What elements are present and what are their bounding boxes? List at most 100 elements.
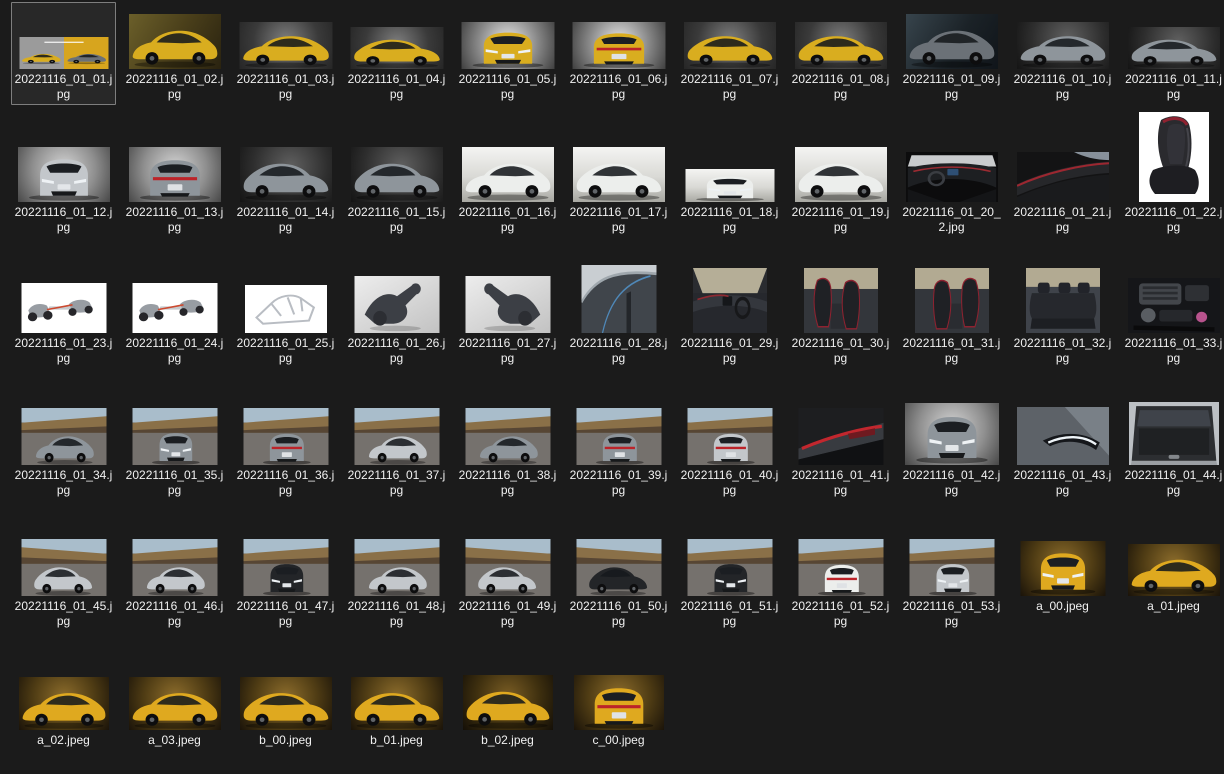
file-tile[interactable]: 20221116_01_30.jpg (788, 266, 893, 369)
file-tile[interactable]: 20221116_01_23.jpg (11, 266, 116, 369)
thumbnail-side-icon (350, 147, 443, 202)
file-name-label: a_00.jpeg (1036, 599, 1089, 613)
file-tile[interactable]: 20221116_01_29.jpg (677, 266, 782, 369)
file-tile[interactable]: a_02.jpeg (11, 663, 116, 751)
file-tile[interactable]: 20221116_01_10.jpg (1010, 2, 1115, 105)
file-tile[interactable]: 20221116_01_25.jpg (233, 266, 338, 369)
file-name-label: 20221116_01_18.jpg (680, 205, 779, 234)
file-tile[interactable]: 20221116_01_44.jpg (1121, 398, 1224, 501)
file-tile[interactable]: a_03.jpeg (122, 663, 227, 751)
file-tile[interactable]: 20221116_01_26.jpg (344, 266, 449, 369)
file-tile[interactable]: 20221116_01_11.jpg (1121, 2, 1224, 105)
file-tile[interactable]: 20221116_01_40.jpg (677, 398, 782, 501)
thumbnail-side-icon (350, 27, 443, 69)
file-tile[interactable]: 20221116_01_47.jpg (233, 529, 338, 632)
file-name-label: 20221116_01_21.jpg (1013, 205, 1112, 234)
thumbnail-side-icon (350, 677, 443, 730)
file-tile[interactable]: 20221116_01_08.jpg (788, 2, 893, 105)
file-name-label: 20221116_01_44.jpg (1124, 468, 1223, 497)
thumbnail-track-icon (132, 539, 217, 596)
file-tile[interactable]: 20221116_01_52.jpg (788, 529, 893, 632)
file-tile[interactable]: b_00.jpeg (233, 663, 338, 751)
file-tile[interactable]: 20221116_01_13.jpg (122, 135, 227, 238)
file-tile[interactable]: 20221116_01_09.jpg (899, 2, 1004, 105)
file-tile[interactable]: 20221116_01_17.jpg (566, 135, 671, 238)
thumbnail-side-icon (461, 147, 554, 202)
file-tile[interactable]: 20221116_01_12.jpg (11, 135, 116, 238)
file-tile[interactable]: b_02.jpeg (455, 663, 560, 751)
file-tile[interactable]: 20221116_01_49.jpg (455, 529, 560, 632)
thumbnail-side-icon (683, 22, 776, 69)
thumbnail-seatsF-icon (914, 268, 989, 333)
file-tile[interactable]: 20221116_01_16.jpg (455, 135, 560, 238)
file-tile[interactable]: 20221116_01_07.jpg (677, 2, 782, 105)
file-tile[interactable]: 20221116_01_38.jpg (455, 398, 560, 501)
thumbnail-side-icon (1016, 22, 1109, 69)
file-tile[interactable]: 20221116_01_28.jpg (566, 265, 671, 369)
file-tile[interactable]: b_01.jpeg (344, 663, 449, 751)
file-tile[interactable]: 20221116_01_22.jpg (1121, 112, 1224, 238)
file-name-label: a_03.jpeg (148, 733, 201, 747)
file-tile[interactable]: 20221116_01_06.jpg (566, 2, 671, 105)
file-name-label: 20221116_01_34.jpg (14, 468, 113, 497)
file-name-label: c_00.jpeg (592, 733, 645, 747)
file-tile[interactable]: a_00.jpeg (1010, 529, 1115, 617)
file-name-label: 20221116_01_23.jpg (14, 336, 113, 365)
file-name-label: 20221116_01_19.jpg (791, 205, 890, 234)
file-tile[interactable]: a_01.jpeg (1121, 529, 1224, 617)
thumbnail-track-icon (243, 408, 328, 465)
file-name-label: 20221116_01_12.jpg (14, 205, 113, 234)
file-tile[interactable]: 20221116_01_36.jpg (233, 398, 338, 501)
file-tile[interactable]: 20221116_01_27.jpg (455, 266, 560, 369)
file-tile[interactable]: 20221116_01_20_2.jpg (899, 135, 1004, 238)
file-tile[interactable]: 20221116_01_19.jpg (788, 135, 893, 238)
file-tile[interactable]: 20221116_01_37.jpg (344, 398, 449, 501)
thumbnail-chassis-icon (132, 283, 217, 333)
file-tile[interactable]: 20221116_01_33.jpg (1121, 266, 1224, 369)
thumbnail-rear-icon (573, 675, 664, 730)
file-tile[interactable]: 20221116_01_18.jpg (677, 135, 782, 238)
file-tile[interactable]: 20221116_01_41.jpg (788, 398, 893, 501)
file-tile[interactable]: 20221116_01_15.jpg (344, 135, 449, 238)
file-tile[interactable]: 20221116_01_01.jpg (11, 2, 116, 105)
thumbnail-rear-icon (128, 147, 221, 202)
file-tile[interactable]: 20221116_01_04.jpg (344, 2, 449, 105)
file-name-label: 20221116_01_27.jpg (458, 336, 557, 365)
thumbnail-side-icon (239, 22, 332, 69)
file-tile[interactable]: c_00.jpeg (566, 663, 671, 751)
thumbnail-side-icon (239, 147, 332, 202)
file-tile[interactable]: 20221116_01_02.jpg (122, 2, 227, 105)
thumbnail-trim-icon (1016, 152, 1109, 202)
file-tile[interactable]: 20221116_01_42.jpg (899, 398, 1004, 501)
file-tile[interactable]: 20221116_01_24.jpg (122, 266, 227, 369)
file-name-label: b_01.jpeg (370, 733, 423, 747)
file-name-label: 20221116_01_25.jpg (236, 336, 335, 365)
file-tile[interactable]: 20221116_01_45.jpg (11, 529, 116, 632)
file-name-label: 20221116_01_53.jpg (902, 599, 1001, 628)
file-tile[interactable]: 20221116_01_35.jpg (122, 398, 227, 501)
thumbnail-rear-icon (572, 22, 665, 69)
file-tile[interactable]: 20221116_01_39.jpg (566, 398, 671, 501)
file-tile[interactable]: 20221116_01_05.jpg (455, 2, 560, 105)
thumbnail-track-icon (243, 539, 328, 596)
file-tile[interactable]: 20221116_01_31.jpg (899, 266, 1004, 369)
file-tile[interactable]: 20221116_01_34.jpg (11, 398, 116, 501)
file-tile[interactable]: 20221116_01_53.jpg (899, 529, 1004, 632)
file-name-label: 20221116_01_43.jpg (1013, 468, 1112, 497)
thumbnail-trunk-icon (1128, 402, 1219, 465)
file-tile[interactable]: 20221116_01_48.jpg (344, 529, 449, 632)
file-tile[interactable]: 20221116_01_03.jpg (233, 2, 338, 105)
file-name-label: 20221116_01_31.jpg (902, 336, 1001, 365)
thumbnail-track-icon (21, 408, 106, 465)
thumbnail-track-icon (354, 408, 439, 465)
file-tile[interactable]: 20221116_01_14.jpg (233, 135, 338, 238)
file-tile[interactable]: 20221116_01_32.jpg (1010, 266, 1115, 369)
file-tile[interactable]: 20221116_01_43.jpg (1010, 398, 1115, 501)
thumbnail-track-icon (798, 539, 883, 596)
file-tile[interactable]: 20221116_01_50.jpg (566, 529, 671, 632)
file-name-label: 20221116_01_29.jpg (680, 336, 779, 365)
file-tile[interactable]: 20221116_01_21.jpg (1010, 135, 1115, 238)
file-tile[interactable]: 20221116_01_51.jpg (677, 529, 782, 632)
file-tile[interactable]: 20221116_01_46.jpg (122, 529, 227, 632)
thumbnail-dash-icon (905, 152, 998, 202)
